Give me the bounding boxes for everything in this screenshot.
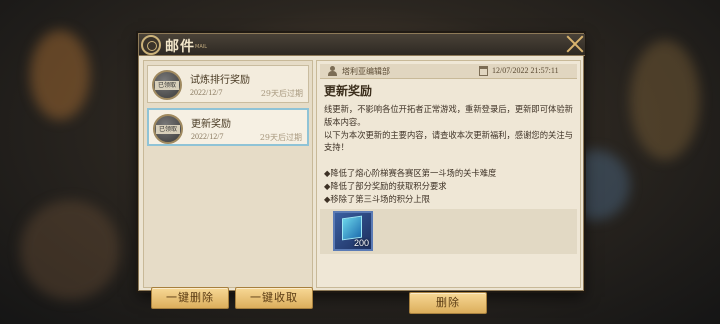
crystal-cube-icon [342,215,362,241]
window-title: 邮件 [165,39,195,55]
person-icon [328,66,337,76]
claimed-label: 已领取 [156,125,180,134]
attachment-item[interactable]: 200 [333,211,373,251]
mail-item-trial-ranking-reward[interactable]: 已领取 试炼排行奖励 2022/12/7 29天后过期 [147,65,309,103]
background-light [30,30,90,120]
window-subtitle: MAIL [195,44,207,50]
background-light [630,40,700,160]
sender-name: 塔利亚编辑部 [342,67,390,76]
mail-expire: 29天后过期 [260,89,303,98]
background-light [20,200,120,300]
mail-title: 试炼排行奖励 [190,75,250,86]
mail-body: 线更新，不影响各位开拓者正常游戏，重新登录后，更新即可体验新版本内容。 以下为本… [324,104,573,204]
title-bar: 邮件 MAIL [139,34,585,56]
sender-bar: 塔利亚编辑部 12/07/2022 21:57:11 [320,64,577,79]
delete-button[interactable]: 删除 [409,292,487,314]
claimed-label: 已领取 [155,81,179,90]
collect-all-button[interactable]: 一键收取 [235,287,313,309]
mail-emblem-icon [141,35,161,55]
sent-time: 12/07/2022 21:57:11 [492,66,559,75]
mail-list: 已领取 试炼排行奖励 2022/12/7 29天后过期 已领取 更新奖励 202… [143,60,313,309]
mail-window: 邮件 MAIL 已领取 试炼排行奖励 2022/12/7 29天后过期 已领取 … [138,33,585,314]
attachment-strip: 200 [320,209,577,254]
mail-subject: 更新奖励 [324,84,373,98]
mail-title: 更新奖励 [191,119,231,130]
claimed-seal-icon: 已领取 [152,70,182,100]
mail-item-update-reward[interactable]: 已领取 更新奖励 2022/12/7 29天后过期 [147,108,309,146]
mail-date: 2022/12/7 [190,88,223,97]
claimed-seal-icon: 已领取 [153,114,183,144]
attachment-count: 200 [353,238,369,248]
delete-all-button[interactable]: 一键删除 [151,287,229,309]
mail-detail: 塔利亚编辑部 12/07/2022 21:57:11 更新奖励 线更新，不影响各… [316,60,581,314]
mail-expire: 29天后过期 [259,133,302,142]
close-icon[interactable] [565,34,585,54]
calendar-icon [479,66,488,76]
mail-date: 2022/12/7 [191,132,224,141]
